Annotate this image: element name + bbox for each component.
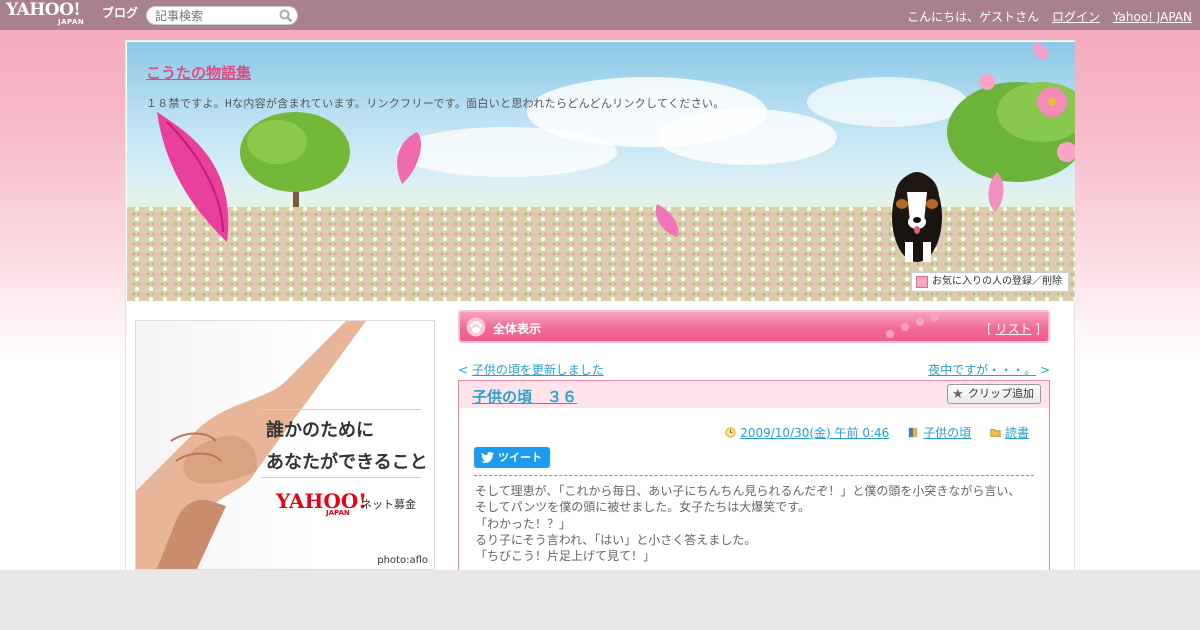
view-title: 全体表示 xyxy=(493,322,542,336)
article-paragraph: そしてパンツを僕の頭に被せました。女子たちは大爆笑です。 xyxy=(475,500,811,515)
prev-article-link[interactable]: 子供の頃を更新しました xyxy=(472,363,604,377)
favorite-register-button[interactable]: お気に入りの人の登録／削除 xyxy=(911,272,1069,292)
article-folder-link[interactable]: 読書 xyxy=(1005,426,1029,440)
twitter-bird-icon xyxy=(481,452,494,463)
greeting-text: こんにちは、ゲストさん xyxy=(907,10,1040,24)
ad-yahoo-logo-sub: JAPAN xyxy=(326,509,350,517)
blog-header: こうたの物語集 １８禁ですよ。Hな内容が含まれています。リンクフリーです。面白い… xyxy=(127,42,1075,301)
ad-headline-1: 誰かのために xyxy=(266,420,374,441)
view-list-wrapper: [ リスト ] xyxy=(986,322,1040,336)
article-date-link[interactable]: 2009/10/30(金) 午前 0:46 xyxy=(740,426,889,440)
logo-sub-text: JAPAN xyxy=(58,18,85,26)
star-icon: ★ xyxy=(952,387,964,402)
search-icon[interactable] xyxy=(279,9,293,23)
article-card: 子供の頃 ３６ ★ クリップ追加 2009/10/30(金) 午前 0:46 子… xyxy=(458,380,1050,570)
search-input[interactable] xyxy=(155,8,275,23)
login-link[interactable]: ログイン xyxy=(1052,10,1100,24)
yahoo-blog-logo[interactable]: YAHOO! JAPAN ブログ xyxy=(6,0,138,28)
article-paragraph: そして理恵が、「これから毎日、あい子にちんちん見られるんだぞ！」と僕の頭を小突き… xyxy=(475,484,1021,498)
ad-headline-2: あなたができること xyxy=(266,452,428,473)
ad-divider-bottom xyxy=(261,477,421,478)
clock-icon xyxy=(725,427,736,438)
article-paragraph: 「わかった！？」 xyxy=(475,516,572,531)
view-mode-bar: 全体表示 [ リスト ] xyxy=(458,310,1050,343)
article-category-link[interactable]: 子供の頃 xyxy=(923,426,971,440)
handshake-image xyxy=(136,321,366,569)
favorite-register-label: お気に入りの人の登録／削除 xyxy=(932,276,1062,287)
logo-service-text: ブログ xyxy=(102,6,139,20)
article-meta: 2009/10/30(金) 午前 0:46 子供の頃 読書 xyxy=(710,424,1029,441)
next-article-nav: 夜中ですが・・・。 > xyxy=(928,363,1050,377)
book-icon xyxy=(908,427,918,438)
logo-text: YAHOO! xyxy=(6,0,81,20)
blog-title-link[interactable]: こうたの物語集 xyxy=(146,62,251,83)
search-box xyxy=(146,6,298,25)
next-article-link[interactable]: 夜中ですが・・・。 xyxy=(928,363,1036,377)
article-separator xyxy=(474,475,1034,476)
clip-add-label: クリップ追加 xyxy=(968,387,1034,400)
yahoo-japan-link[interactable]: Yahoo! JAPAN xyxy=(1113,10,1192,24)
heart-icon xyxy=(916,276,928,288)
article-body: そして理恵が、「これから毎日、あい子にちんちん見られるんだぞ！」と僕の頭を小突き… xyxy=(475,483,1035,564)
article-title-link[interactable]: 子供の頃 ３６ xyxy=(472,386,577,407)
ad-yahoo-logo: YAHOO! xyxy=(276,489,368,513)
clip-add-button[interactable]: ★ クリップ追加 xyxy=(947,384,1041,404)
paw-icon xyxy=(466,317,486,337)
tweet-label: ツイート xyxy=(498,451,542,464)
prev-article-nav: < 子供の頃を更新しました xyxy=(458,363,604,377)
article-paragraph: るり子にそう言われ、「はい」と小さく答えました。 xyxy=(475,532,757,547)
ad-photo-credit: photo:aflo xyxy=(377,555,428,566)
page-viewport: YAHOO! JAPAN ブログ こんにちは、ゲストさん ログイン Yahoo!… xyxy=(0,0,1200,570)
paw-decoration-icon xyxy=(886,313,939,338)
sidebar-ad-banner[interactable]: 誰かのために あなたができること YAHOO! JAPAN ネット募金 phot… xyxy=(135,320,435,570)
ad-service-name: ネット募金 xyxy=(361,498,416,511)
tweet-button[interactable]: ツイート xyxy=(474,447,550,468)
header-scene-image xyxy=(127,42,1075,301)
top-nav: こんにちは、ゲストさん ログイン Yahoo! JAPAN xyxy=(898,8,1192,25)
ad-divider-top xyxy=(261,409,421,410)
article-paragraph: 「ちびこう！片足上げて見て！」 xyxy=(475,549,656,564)
folder-icon xyxy=(990,429,1001,437)
list-view-link[interactable]: リスト xyxy=(995,322,1031,336)
blog-description: １８禁ですよ。Hな内容が含まれています。リンクフリーです。面白いと思われたらどん… xyxy=(146,97,725,110)
top-bar: YAHOO! JAPAN ブログ こんにちは、ゲストさん ログイン Yahoo!… xyxy=(0,0,1200,30)
article-header: 子供の頃 ３６ ★ クリップ追加 xyxy=(459,381,1049,408)
